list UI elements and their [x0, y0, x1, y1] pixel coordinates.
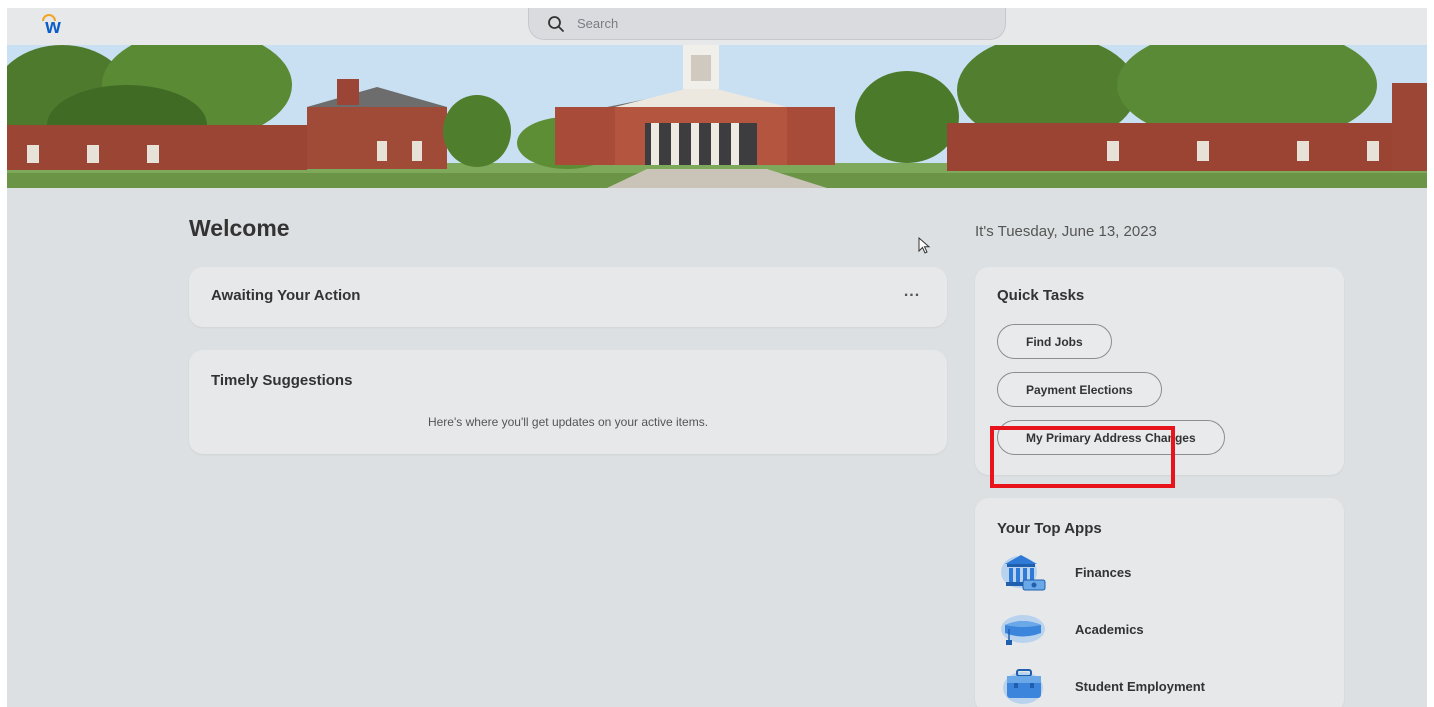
- awaiting-action-card[interactable]: Awaiting Your Action ...: [189, 267, 947, 327]
- quick-tasks-card: Quick Tasks Find Jobs Payment Elections …: [975, 267, 1344, 475]
- app-label: Finances: [1075, 564, 1132, 580]
- payment-elections-button[interactable]: Payment Elections: [997, 372, 1162, 407]
- app-label: Student Employment: [1075, 678, 1206, 694]
- home-content: Welcome It's Tuesday, June 13, 2023 Awai…: [7, 188, 1427, 707]
- campus-banner-image: [7, 45, 1427, 188]
- timely-suggestions-card: Timely Suggestions Here's where you'll g…: [189, 350, 947, 454]
- app-frame: w Search Welcome It's Tuesday, June 13, …: [7, 8, 1427, 707]
- app-finances[interactable]: Finances: [997, 550, 1317, 594]
- search-icon: [548, 15, 564, 32]
- search-bar[interactable]: [528, 8, 1006, 40]
- current-date: It's Tuesday, June 13, 2023: [975, 223, 1157, 240]
- logo-letter: w: [45, 15, 61, 38]
- timely-suggestions-message: Here's where you'll get updates on your …: [427, 415, 709, 429]
- top-apps-title: Your Top Apps: [997, 520, 1102, 537]
- primary-address-changes-button[interactable]: My Primary Address Changes: [997, 420, 1225, 455]
- top-bar: w: [7, 8, 1427, 45]
- app-academics[interactable]: Academics: [997, 607, 1317, 651]
- app-student-employment[interactable]: Student Employment: [997, 664, 1317, 707]
- search-input[interactable]: [577, 16, 977, 31]
- awaiting-action-title: Awaiting Your Action: [211, 287, 361, 304]
- briefcase-icon: [1003, 669, 1043, 704]
- graduation-cap-icon: [1001, 615, 1045, 645]
- workday-logo[interactable]: w: [33, 8, 73, 38]
- quick-tasks-title: Quick Tasks: [997, 287, 1085, 304]
- page-title: Welcome: [189, 215, 290, 241]
- bank-icon: [1001, 555, 1046, 591]
- timely-suggestions-title: Timely Suggestions: [211, 372, 353, 389]
- app-label: Academics: [1075, 621, 1144, 637]
- top-apps-card: Your Top Apps Finances Academics Student…: [975, 498, 1344, 707]
- mouse-pointer-icon: [918, 237, 931, 254]
- more-options-button[interactable]: ...: [899, 283, 925, 307]
- find-jobs-button[interactable]: Find Jobs: [997, 324, 1112, 359]
